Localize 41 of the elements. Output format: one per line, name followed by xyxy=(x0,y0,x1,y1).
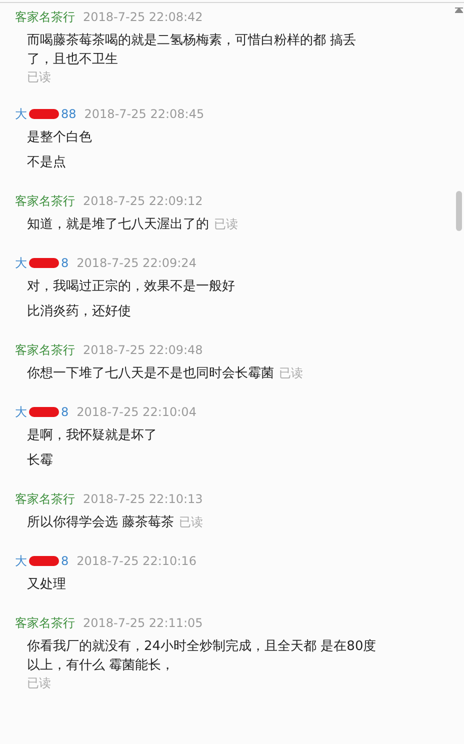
redaction-mark xyxy=(29,407,59,417)
sender-name: 大 8 xyxy=(15,404,69,420)
sender-name: 大 8 xyxy=(15,254,69,272)
message-text: 长霉 xyxy=(27,453,53,468)
message-text: 而喝藤茶莓茶喝的就是二氢杨梅素，可惜白粉样的都 搞丢了，且也不卫生 xyxy=(27,33,356,67)
read-receipt: 已读 xyxy=(279,366,303,380)
scroll-thumb[interactable] xyxy=(456,191,462,231)
message-text: 比消炎药，还好使 xyxy=(27,304,131,319)
message-text: 你看我厂的就没有，24小时全炒制完成，且全天都 是在80度以上，有什么 霉菌能长， xyxy=(27,639,376,673)
message-time: 2018-7-25 22:09:24 xyxy=(76,256,196,270)
message-time: 2018-7-25 22:10:16 xyxy=(76,554,196,568)
sender-name: 大 88 xyxy=(15,106,76,122)
sender-name: 客家名茶行 xyxy=(15,8,75,26)
message-time: 2018-7-25 22:08:42 xyxy=(83,10,203,24)
sender-name: 大 8 xyxy=(15,552,69,570)
redaction-mark xyxy=(29,109,59,119)
sender-name: 客家名茶行 xyxy=(15,342,75,358)
message-text: 你想一下堆了七八天是不是也同时会长霉菌 xyxy=(27,366,274,381)
message-time: 2018-7-25 22:10:13 xyxy=(83,492,203,506)
message-text: 是啊，我怀疑就是坏了 xyxy=(27,428,157,443)
read-receipt: 已读 xyxy=(179,515,204,529)
sender-name: 客家名茶行 xyxy=(15,192,75,210)
read-receipt: 已读 xyxy=(214,217,238,231)
message-time: 2018-7-25 22:08:45 xyxy=(84,107,204,121)
redaction-mark xyxy=(29,258,59,268)
message-text: 知道，就是堆了七八天渥出了的 xyxy=(27,217,209,232)
message-text: 所以你得学会选 藤茶莓茶 xyxy=(27,515,174,530)
message-time: 2018-7-25 22:09:12 xyxy=(83,194,203,208)
message-text: 是整个白色 xyxy=(27,130,92,145)
message-text: 对，我喝过正宗的，效果不是一般好 xyxy=(27,279,235,294)
read-receipt: 已读 xyxy=(27,675,52,691)
message-text: 不是点 xyxy=(27,155,66,170)
redaction-mark xyxy=(29,556,59,566)
read-receipt: 已读 xyxy=(27,69,52,85)
scroll-up-icon[interactable] xyxy=(455,7,463,13)
message-time: 2018-7-25 22:11:05 xyxy=(83,616,203,630)
sender-name: 客家名茶行 xyxy=(15,614,75,632)
message-time: 2018-7-25 22:09:48 xyxy=(83,343,203,357)
message-text: 又处理 xyxy=(27,577,66,592)
message-time: 2018-7-25 22:10:04 xyxy=(76,405,196,419)
sender-name: 客家名茶行 xyxy=(15,490,75,508)
